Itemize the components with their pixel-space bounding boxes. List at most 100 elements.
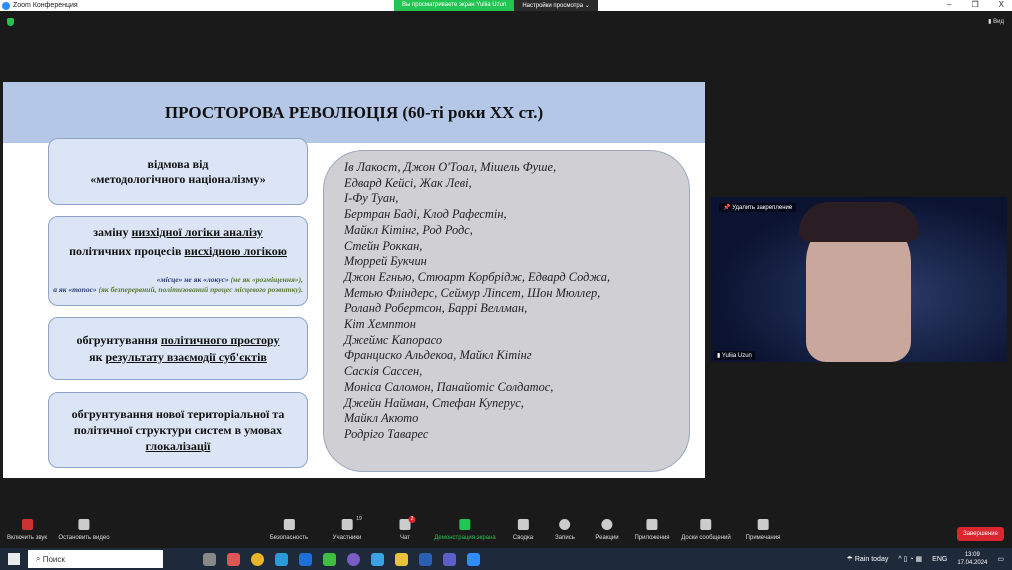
author-line: Майкл Акюто <box>344 411 419 426</box>
label: Примечания <box>745 535 781 541</box>
edge-icon[interactable] <box>275 552 288 566</box>
view-settings-button[interactable]: Настройки просмотра ⌄ <box>514 0 598 11</box>
summary-button[interactable]: Сводка <box>513 519 533 541</box>
windows-taskbar: ⌕ Поиск ☂ Rain today ^ ▯ ◔ ▦ ENG 13:09 17… <box>0 548 1012 570</box>
share-screen-button[interactable]: Демонстрация экрана <box>434 519 496 541</box>
slide-box-3: обгрунтування політичного простору як рез… <box>48 317 308 380</box>
language-indicator[interactable]: ENG <box>932 556 947 563</box>
chat-icon: 2 <box>399 516 416 530</box>
explorer-icon[interactable] <box>395 552 408 566</box>
author-line: Бертран Баді, Клод Рафестін, <box>344 207 507 222</box>
weather-widget[interactable]: ☂ Rain today <box>847 555 889 563</box>
notes-icon <box>757 519 769 530</box>
author-line: Саскія Сассен, <box>344 364 423 379</box>
author-line: Стейн Роккан, <box>344 238 423 253</box>
participant-name: ▮ Yuliia Uzun <box>714 351 755 360</box>
stop-video-button[interactable]: Остановить видео <box>58 519 110 541</box>
speaker-video[interactable]: 📌 Удалить закрепление ▮ Yuliia Uzun <box>711 197 1007 362</box>
chat-button[interactable]: 2 Чат <box>399 516 416 541</box>
label: Сводка <box>512 535 534 541</box>
unmute-button[interactable]: Включить звук <box>7 519 47 541</box>
label: Участники <box>332 535 362 541</box>
label: Безопасность <box>269 535 309 541</box>
viber-icon[interactable] <box>347 552 360 566</box>
app-icon[interactable] <box>227 552 240 566</box>
slide-box-2: заміну низхідної логіки аналізу політични… <box>48 216 308 306</box>
note-text: (не як «розміщення»), <box>230 275 303 284</box>
box2-note: «місце» не як «локус» (не як «розміщення… <box>53 275 303 295</box>
author-line: Джеймс Капорасо <box>344 332 443 347</box>
author-line: Моніса Саломон, Панайотіс Солдатос, <box>344 379 554 394</box>
label: Демонстрация экрана <box>434 535 496 541</box>
label: Доски сообщений <box>681 535 731 541</box>
apps-button[interactable]: Приложения <box>634 519 670 541</box>
box3-text: як <box>89 349 106 364</box>
participants-button[interactable]: 19 Участники <box>332 516 362 541</box>
tray-icons[interactable]: ^ ▯ ◔ ▦ <box>898 555 922 563</box>
summary-icon <box>517 519 529 530</box>
chat-badge: 2 <box>408 516 416 523</box>
date: 17.04.2024 <box>957 560 988 566</box>
time: 13:09 <box>964 552 980 558</box>
whiteboards-button[interactable]: Доски сообщений <box>681 519 731 541</box>
box1-line1: відмова від <box>147 156 209 171</box>
box2-text: заміну <box>93 225 132 239</box>
record-button[interactable]: Запись <box>555 519 575 541</box>
notifications-icon[interactable]: ▭ <box>997 555 1004 563</box>
unpin-button[interactable]: 📌 Удалить закрепление <box>719 203 797 212</box>
zoom-icon[interactable] <box>467 552 480 566</box>
record-icon <box>559 519 571 530</box>
unpin-label: Удалить закрепление <box>732 205 793 211</box>
window-title: Zoom Конференция <box>13 2 78 9</box>
note-text: а як «топос» <box>53 285 99 294</box>
wechat-icon[interactable] <box>323 552 336 566</box>
zoom-logo-icon <box>2 1 10 10</box>
author-line: Франциско Альдекоа, Майкл Кітінг <box>344 348 532 363</box>
store-icon[interactable] <box>299 552 312 566</box>
word-icon[interactable] <box>419 552 432 566</box>
author-line: Джон Егнью, Стюарт Корбрідж, Едвард Содж… <box>344 269 611 284</box>
box4-underlined: глокалізації <box>145 439 211 453</box>
teams-icon[interactable] <box>443 552 456 566</box>
taskbar-search[interactable]: ⌕ Поиск <box>28 550 163 568</box>
windows-start-icon[interactable] <box>8 553 20 565</box>
camera-icon <box>78 519 90 530</box>
share-banner: Вы просматриваете экран Yuliia Uzun Наст… <box>394 0 598 11</box>
label: Реакции <box>595 535 619 541</box>
chrome-icon[interactable] <box>251 552 264 566</box>
view-button[interactable]: ▮ Вид <box>988 18 1004 25</box>
weather-text: Rain today <box>854 556 889 563</box>
system-tray: ☂ Rain today ^ ▯ ◔ ▦ ENG 13:09 17.04.2024… <box>847 551 1004 567</box>
close-button[interactable]: X <box>999 0 1004 9</box>
search-placeholder: Поиск <box>42 554 65 564</box>
box3-underlined: результату взаємодії суб'єктів <box>105 349 267 364</box>
slide-box-4: обгрунтування нової територіальної та по… <box>48 392 308 468</box>
security-button[interactable]: Безопасность <box>270 519 308 541</box>
muted-mic-icon <box>21 519 33 530</box>
slide-title: ПРОСТОРОВА РЕВОЛЮЦІЯ (60-ті роки ХХ ст.) <box>3 82 705 143</box>
window-controls: – ❐ X <box>947 0 1004 9</box>
minimize-button[interactable]: – <box>947 0 951 9</box>
task-view-icon[interactable] <box>203 552 216 566</box>
author-line: Роланд Робертсон, Баррі Веллман, <box>344 301 528 316</box>
reactions-icon <box>601 519 613 530</box>
whiteboard-icon <box>700 519 712 530</box>
author-line: Едвард Кейсі, Жак Леві, <box>344 175 472 190</box>
author-line: Майкл Кітінг, Род Родс, <box>344 222 473 237</box>
restore-button[interactable]: ❐ <box>971 0 978 9</box>
security-shield-icon[interactable] <box>7 18 14 26</box>
end-meeting-button[interactable]: Завершение <box>957 527 1004 541</box>
box3-text: обгрунтування <box>76 332 161 347</box>
author-line: Ів Лакост, Джон О'Тоал, Мішель Фуше, <box>344 160 557 174</box>
reactions-button[interactable]: Реакции <box>595 519 619 541</box>
clock[interactable]: 13:09 17.04.2024 <box>957 551 987 567</box>
apps-icon <box>646 519 658 530</box>
box3-underlined: політичного простору <box>160 332 280 347</box>
notes-button[interactable]: Примечания <box>745 519 781 541</box>
note-text: «місце» не як «локус» <box>156 275 231 284</box>
speaker-hair <box>799 202 919 242</box>
slide-box-1: відмова від «методологічного націоналізм… <box>48 138 308 205</box>
author-line: Метью Фліндерс, Сеймур Ліпсет, Шон Мюлле… <box>344 285 601 300</box>
telegram-icon[interactable] <box>371 552 384 566</box>
taskbar-apps <box>203 552 480 566</box>
